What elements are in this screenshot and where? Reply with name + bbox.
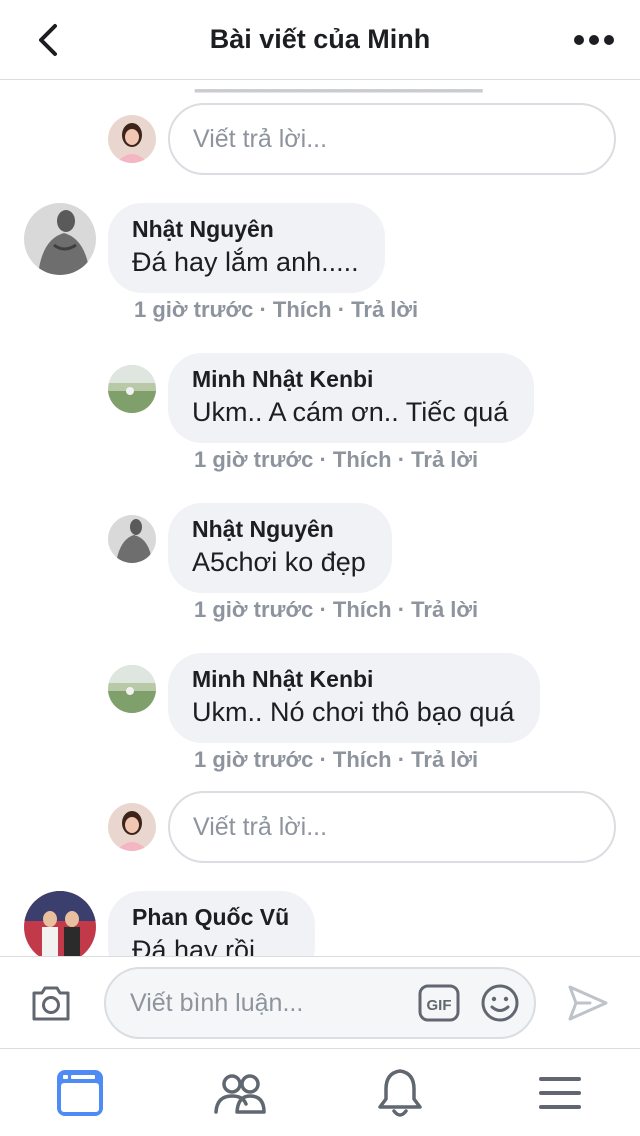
reply-bubble: Minh Nhật Kenbi Ukm.. A cám ơn.. Tiếc qu… [168,353,535,443]
gif-button[interactable]: GIF [418,983,460,1023]
more-icon [574,35,614,45]
separator: · [331,297,352,322]
reply-link[interactable]: Trả lời [411,747,478,772]
bottom-tab-bar [0,1048,640,1136]
separator: · [313,747,333,772]
reply-text: Ukm.. A cám ơn.. Tiếc quá [192,397,509,427]
comment-time[interactable]: 1 giờ trước [134,297,253,322]
reply-actions: 1 giờ trước · Thích · Trả lời [194,747,478,773]
like-link[interactable]: Thích [333,747,392,772]
comment-thread: ▁▁▁▁▁▁▁▁▁▁▁▁▁▁▁▁▁ Viết trả lời... Nhật N… [0,81,640,956]
menu-icon [539,1077,581,1109]
comment-composer: Viết bình luận... GIF [0,956,640,1048]
reply-time[interactable]: 1 giờ trước [194,447,313,472]
reply-actions: 1 giờ trước · Thích · Trả lời [194,597,478,623]
send-button[interactable] [566,983,610,1023]
reply-author[interactable]: Minh Nhật Kenbi [192,365,508,393]
separator: · [391,597,412,622]
comment-bubble: Phan Quốc Vũ Đá hay rồi [108,891,316,956]
reply-text: Ukm.. Nó chơi thô bạo quá [192,697,515,727]
avatar[interactable] [24,891,96,956]
reply-link[interactable]: Trả lời [351,297,418,322]
comment-bubble: Nhật Nguyên Đá hay lắm anh..... [108,203,385,293]
bell-icon [378,1069,422,1117]
reply-time[interactable]: 1 giờ trước [194,597,313,622]
reply-bubble: Minh Nhật Kenbi Ukm.. Nó chơi thô bạo qu… [168,653,541,743]
comment-author[interactable]: Nhật Nguyên [132,215,359,243]
reply-author[interactable]: Nhật Nguyên [192,515,366,543]
top-bar: Bài viết của Minh [0,0,640,80]
reply-link[interactable]: Trả lời [411,447,478,472]
emoji-icon [481,984,519,1022]
reply-actions: 1 giờ trước · Thích · Trả lời [194,447,478,473]
gif-label: GIF [427,997,452,1014]
separator: · [313,447,333,472]
separator: · [313,597,333,622]
avatar[interactable] [108,665,156,713]
camera-icon [32,986,70,1021]
reply-link[interactable]: Trả lời [411,597,478,622]
comment-text: Đá hay rồi [132,935,256,956]
reply-text: A5chơi ko đẹp [192,547,366,577]
avatar[interactable] [108,115,156,163]
like-link[interactable]: Thích [333,597,392,622]
tab-menu[interactable] [530,1065,590,1121]
tab-groups[interactable] [210,1065,270,1121]
comment-author[interactable]: Phan Quốc Vũ [132,903,289,931]
comment-input[interactable]: Viết bình luận... [104,967,536,1039]
more-button[interactable] [570,24,618,56]
emoji-button[interactable] [480,983,520,1023]
separator: · [391,747,412,772]
comment-text: Đá hay lắm anh..... [132,247,359,277]
comment-actions: 1 giờ trước · Thích · Trả lời [134,297,418,323]
separator: · [253,297,273,322]
avatar[interactable] [108,803,156,851]
cut-off-meta: ▁▁▁▁▁▁▁▁▁▁▁▁▁▁▁▁▁ [195,81,483,93]
tab-news-feed[interactable] [50,1065,110,1121]
separator: · [391,447,412,472]
reply-bubble: Nhật Nguyên A5chơi ko đẹp [168,503,392,593]
like-link[interactable]: Thích [333,447,392,472]
reply-author[interactable]: Minh Nhật Kenbi [192,665,514,693]
page-title: Bài viết của Minh [209,24,431,54]
camera-button[interactable] [30,983,72,1023]
reply-input[interactable]: Viết trả lời... [168,103,616,175]
news-feed-icon [57,1070,103,1116]
avatar[interactable] [24,203,96,275]
avatar[interactable] [108,365,156,413]
tab-notifications[interactable] [370,1065,430,1121]
send-icon [568,985,608,1021]
reply-input[interactable]: Viết trả lời... [168,791,616,863]
avatar[interactable] [108,515,156,563]
groups-icon [214,1074,266,1114]
like-link[interactable]: Thích [273,297,332,322]
reply-time[interactable]: 1 giờ trước [194,747,313,772]
gif-icon: GIF [418,984,460,1022]
